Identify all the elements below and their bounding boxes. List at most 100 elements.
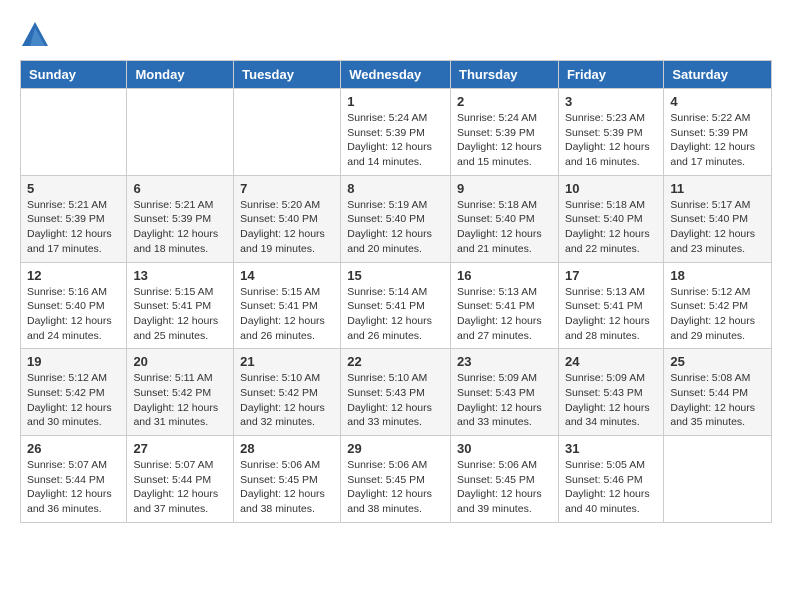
calendar-cell: 13 Sunrise: 5:15 AM Sunset: 5:41 PM Dayli… xyxy=(127,262,234,349)
calendar-cell: 2 Sunrise: 5:24 AM Sunset: 5:39 PM Daylig… xyxy=(451,89,559,176)
day-info: Sunrise: 5:10 AM Sunset: 5:42 PM Dayligh… xyxy=(240,371,334,430)
calendar-cell: 28 Sunrise: 5:06 AM Sunset: 5:45 PM Dayli… xyxy=(234,436,341,523)
calendar-cell: 20 Sunrise: 5:11 AM Sunset: 5:42 PM Dayli… xyxy=(127,349,234,436)
calendar-cell: 14 Sunrise: 5:15 AM Sunset: 5:41 PM Dayli… xyxy=(234,262,341,349)
calendar-cell: 12 Sunrise: 5:16 AM Sunset: 5:40 PM Dayli… xyxy=(21,262,127,349)
calendar-week-row: 5 Sunrise: 5:21 AM Sunset: 5:39 PM Daylig… xyxy=(21,175,772,262)
calendar-cell xyxy=(664,436,772,523)
day-number: 5 xyxy=(27,181,120,196)
day-number: 24 xyxy=(565,354,657,369)
day-number: 20 xyxy=(133,354,227,369)
day-number: 10 xyxy=(565,181,657,196)
day-number: 27 xyxy=(133,441,227,456)
day-number: 6 xyxy=(133,181,227,196)
calendar-cell: 6 Sunrise: 5:21 AM Sunset: 5:39 PM Daylig… xyxy=(127,175,234,262)
calendar-cell: 21Sunrise: 5:10 AM Sunset: 5:42 PM Dayli… xyxy=(234,349,341,436)
column-header-saturday: Saturday xyxy=(664,61,772,89)
calendar-cell: 11 Sunrise: 5:17 AM Sunset: 5:40 PM Dayli… xyxy=(664,175,772,262)
day-info: Sunrise: 5:15 AM Sunset: 5:41 PM Dayligh… xyxy=(133,285,227,344)
day-number: 13 xyxy=(133,268,227,283)
column-header-thursday: Thursday xyxy=(451,61,559,89)
day-number: 2 xyxy=(457,94,552,109)
day-number: 8 xyxy=(347,181,444,196)
day-number: 9 xyxy=(457,181,552,196)
calendar-cell: 29 Sunrise: 5:06 AM Sunset: 5:45 PM Dayli… xyxy=(341,436,451,523)
calendar-cell: 23 Sunrise: 5:09 AM Sunset: 5:43 PM Dayli… xyxy=(451,349,559,436)
calendar-cell: 3 Sunrise: 5:23 AM Sunset: 5:39 PM Daylig… xyxy=(558,89,663,176)
calendar-week-row: 19 Sunrise: 5:12 AM Sunset: 5:42 PM Dayli… xyxy=(21,349,772,436)
calendar-cell: 16 Sunrise: 5:13 AM Sunset: 5:41 PM Dayli… xyxy=(451,262,559,349)
day-number: 4 xyxy=(670,94,765,109)
column-header-friday: Friday xyxy=(558,61,663,89)
day-number: 22 xyxy=(347,354,444,369)
day-info: Sunrise: 5:12 AM Sunset: 5:42 PM Dayligh… xyxy=(670,285,765,344)
day-info: Sunrise: 5:12 AM Sunset: 5:42 PM Dayligh… xyxy=(27,371,120,430)
day-info: Sunrise: 5:19 AM Sunset: 5:40 PM Dayligh… xyxy=(347,198,444,257)
calendar-cell: 27Sunrise: 5:07 AM Sunset: 5:44 PM Dayli… xyxy=(127,436,234,523)
calendar-cell: 18 Sunrise: 5:12 AM Sunset: 5:42 PM Dayli… xyxy=(664,262,772,349)
day-info: Sunrise: 5:21 AM Sunset: 5:39 PM Dayligh… xyxy=(27,198,120,257)
day-info: Sunrise: 5:14 AM Sunset: 5:41 PM Dayligh… xyxy=(347,285,444,344)
calendar-week-row: 12 Sunrise: 5:16 AM Sunset: 5:40 PM Dayli… xyxy=(21,262,772,349)
day-number: 7 xyxy=(240,181,334,196)
day-info: Sunrise: 5:09 AM Sunset: 5:43 PM Dayligh… xyxy=(565,371,657,430)
day-number: 19 xyxy=(27,354,120,369)
day-info: Sunrise: 5:20 AM Sunset: 5:40 PM Dayligh… xyxy=(240,198,334,257)
calendar-cell: 1Sunrise: 5:24 AM Sunset: 5:39 PM Daylig… xyxy=(341,89,451,176)
calendar-cell xyxy=(21,89,127,176)
day-number: 15 xyxy=(347,268,444,283)
day-number: 25 xyxy=(670,354,765,369)
calendar-cell: 25 Sunrise: 5:08 AM Sunset: 5:44 PM Dayli… xyxy=(664,349,772,436)
calendar-cell: 5 Sunrise: 5:21 AM Sunset: 5:39 PM Daylig… xyxy=(21,175,127,262)
day-info: Sunrise: 5:18 AM Sunset: 5:40 PM Dayligh… xyxy=(457,198,552,257)
day-info: Sunrise: 5:06 AM Sunset: 5:45 PM Dayligh… xyxy=(457,458,552,517)
day-info: Sunrise: 5:15 AM Sunset: 5:41 PM Dayligh… xyxy=(240,285,334,344)
day-info: Sunrise: 5:06 AM Sunset: 5:45 PM Dayligh… xyxy=(347,458,444,517)
day-info: Sunrise: 5:18 AM Sunset: 5:40 PM Dayligh… xyxy=(565,198,657,257)
day-info: Sunrise: 5:23 AM Sunset: 5:39 PM Dayligh… xyxy=(565,111,657,170)
day-number: 16 xyxy=(457,268,552,283)
calendar-cell: 4 Sunrise: 5:22 AM Sunset: 5:39 PM Daylig… xyxy=(664,89,772,176)
calendar-cell: 17 Sunrise: 5:13 AM Sunset: 5:41 PM Dayli… xyxy=(558,262,663,349)
column-header-monday: Monday xyxy=(127,61,234,89)
day-info: Sunrise: 5:09 AM Sunset: 5:43 PM Dayligh… xyxy=(457,371,552,430)
day-number: 12 xyxy=(27,268,120,283)
day-info: Sunrise: 5:17 AM Sunset: 5:40 PM Dayligh… xyxy=(670,198,765,257)
calendar-week-row: 26Sunrise: 5:07 AM Sunset: 5:44 PM Dayli… xyxy=(21,436,772,523)
day-info: Sunrise: 5:24 AM Sunset: 5:39 PM Dayligh… xyxy=(457,111,552,170)
day-info: Sunrise: 5:06 AM Sunset: 5:45 PM Dayligh… xyxy=(240,458,334,517)
day-number: 18 xyxy=(670,268,765,283)
day-info: Sunrise: 5:16 AM Sunset: 5:40 PM Dayligh… xyxy=(27,285,120,344)
day-info: Sunrise: 5:07 AM Sunset: 5:44 PM Dayligh… xyxy=(27,458,120,517)
day-info: Sunrise: 5:08 AM Sunset: 5:44 PM Dayligh… xyxy=(670,371,765,430)
calendar-cell: 9 Sunrise: 5:18 AM Sunset: 5:40 PM Daylig… xyxy=(451,175,559,262)
day-info: Sunrise: 5:22 AM Sunset: 5:39 PM Dayligh… xyxy=(670,111,765,170)
day-number: 30 xyxy=(457,441,552,456)
day-number: 28 xyxy=(240,441,334,456)
column-header-sunday: Sunday xyxy=(21,61,127,89)
logo-icon xyxy=(20,20,50,50)
calendar-header-row: SundayMondayTuesdayWednesdayThursdayFrid… xyxy=(21,61,772,89)
page-header xyxy=(20,20,772,50)
calendar-cell: 8 Sunrise: 5:19 AM Sunset: 5:40 PM Daylig… xyxy=(341,175,451,262)
day-info: Sunrise: 5:11 AM Sunset: 5:42 PM Dayligh… xyxy=(133,371,227,430)
day-number: 31 xyxy=(565,441,657,456)
calendar-cell xyxy=(234,89,341,176)
day-number: 11 xyxy=(670,181,765,196)
day-number: 17 xyxy=(565,268,657,283)
day-number: 23 xyxy=(457,354,552,369)
day-info: Sunrise: 5:24 AM Sunset: 5:39 PM Dayligh… xyxy=(347,111,444,170)
day-number: 29 xyxy=(347,441,444,456)
day-number: 3 xyxy=(565,94,657,109)
day-info: Sunrise: 5:13 AM Sunset: 5:41 PM Dayligh… xyxy=(565,285,657,344)
day-info: Sunrise: 5:13 AM Sunset: 5:41 PM Dayligh… xyxy=(457,285,552,344)
calendar-cell: 26Sunrise: 5:07 AM Sunset: 5:44 PM Dayli… xyxy=(21,436,127,523)
calendar-cell: 24 Sunrise: 5:09 AM Sunset: 5:43 PM Dayli… xyxy=(558,349,663,436)
day-number: 14 xyxy=(240,268,334,283)
day-info: Sunrise: 5:21 AM Sunset: 5:39 PM Dayligh… xyxy=(133,198,227,257)
calendar-table: SundayMondayTuesdayWednesdayThursdayFrid… xyxy=(20,60,772,523)
day-info: Sunrise: 5:10 AM Sunset: 5:43 PM Dayligh… xyxy=(347,371,444,430)
calendar-cell: 7 Sunrise: 5:20 AM Sunset: 5:40 PM Daylig… xyxy=(234,175,341,262)
calendar-cell: 22 Sunrise: 5:10 AM Sunset: 5:43 PM Dayli… xyxy=(341,349,451,436)
calendar-cell: 31Sunrise: 5:05 AM Sunset: 5:46 PM Dayli… xyxy=(558,436,663,523)
